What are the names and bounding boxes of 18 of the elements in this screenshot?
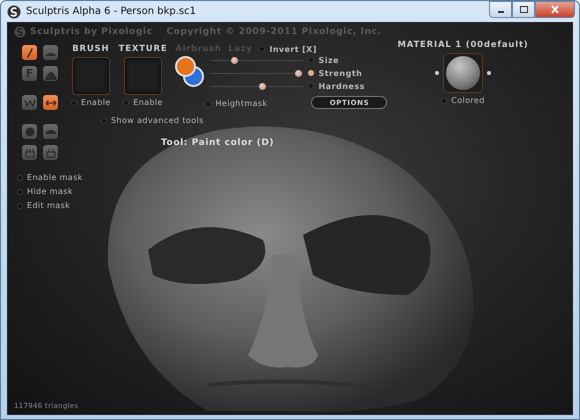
section-label: BRUSH [72, 44, 110, 54]
tool-status-text: Tool: Paint color (D) [161, 138, 276, 148]
slider-label: Strength [318, 68, 362, 78]
checkbox-label: Hide mask [27, 187, 73, 196]
checkbox-label: Colored [451, 96, 485, 105]
section-label: TEXTURE [118, 44, 168, 54]
checkbox-label: Enable [133, 98, 163, 107]
checkbox-label: Enable [81, 98, 111, 107]
checkbox-label: Enable mask [27, 173, 83, 182]
checkbox-label: Show advanced tools [111, 116, 204, 125]
checkbox-label: Edit mask [27, 201, 70, 210]
slider-label: Hardness [318, 82, 365, 90]
checkbox-label: Invert [X] [269, 44, 317, 54]
material-title: MATERIAL 1 (00default) [397, 40, 528, 50]
checkbox-label: Heightmask [215, 99, 268, 108]
window-title: Sculptris Alpha 6 - Person bkp.sc1 [26, 6, 196, 17]
slider-label: Size [318, 56, 340, 64]
brand-text: Sculptris by Pixologic [30, 27, 153, 37]
